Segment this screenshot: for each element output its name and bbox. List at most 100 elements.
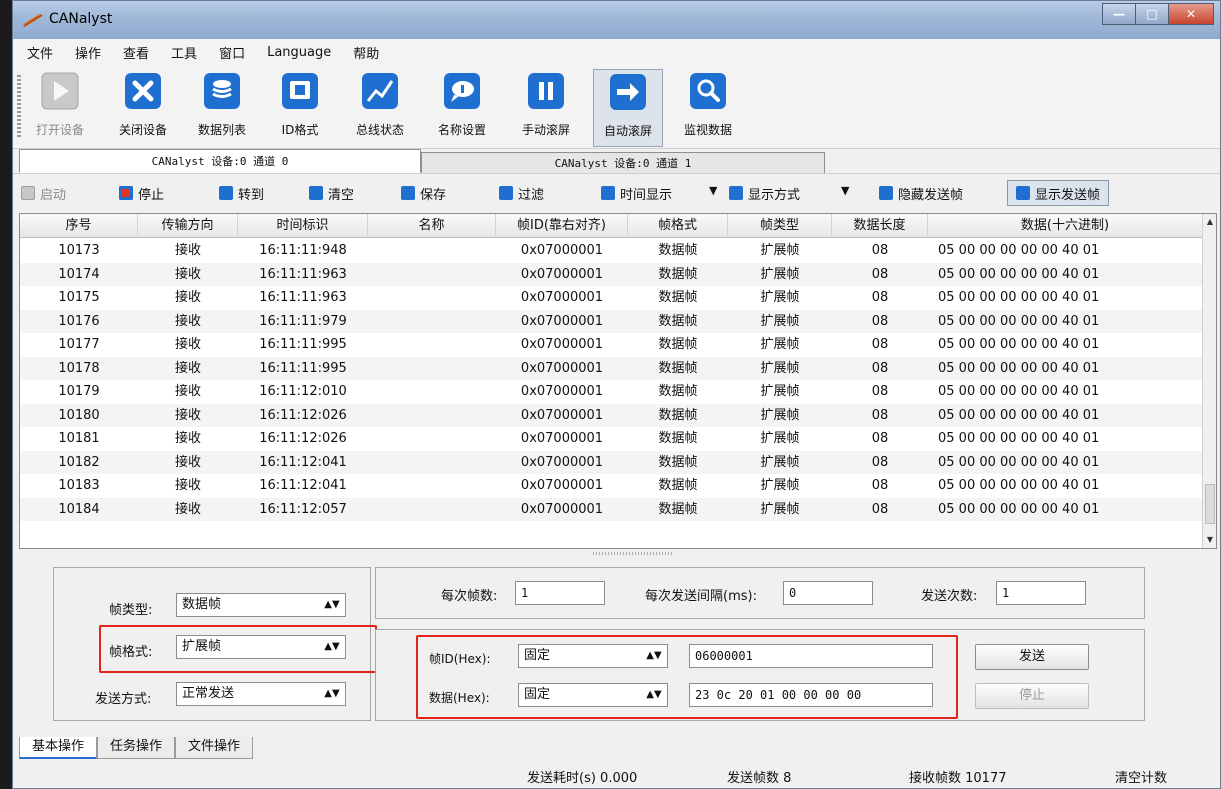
time-display-button[interactable]: 时间显示	[601, 182, 672, 204]
cell-name	[368, 498, 496, 521]
stop-button[interactable]: 停止	[119, 182, 164, 204]
cell-data-hex: 05 00 00 00 00 00 40 01	[938, 384, 1100, 399]
cell-data-hex: 05 00 00 00 00 00 40 01	[938, 360, 1100, 376]
open-device-button[interactable]: 打开设备	[25, 71, 95, 145]
left-edge	[0, 0, 12, 789]
id-format-icon	[280, 71, 320, 111]
show-send-frames-button[interactable]: 显示发送帧	[1007, 180, 1110, 206]
data-list-button[interactable]: 数据列表	[187, 71, 257, 145]
menu-language[interactable]: Language	[267, 45, 331, 60]
menu-window[interactable]: 窗口	[219, 43, 245, 62]
scroll-thumb[interactable]	[1205, 484, 1215, 524]
clear-button[interactable]: 清空	[309, 182, 354, 204]
status-bar: 发送耗时(s) 0.000 发送帧数 8 接收帧数 10177 清空计数	[13, 759, 1220, 789]
frames-per-send-input[interactable]: 1	[515, 581, 605, 605]
display-mode-icon	[729, 186, 743, 200]
menu-file[interactable]: 文件	[27, 43, 53, 62]
col-name[interactable]: 名称	[368, 214, 496, 238]
frame-type-select[interactable]: 数据帧 ▲▼	[176, 593, 346, 617]
cell-data-length: 08	[871, 290, 889, 305]
cell-frame-type: 扩展帧	[760, 431, 800, 446]
bus-status-button[interactable]: 总线状态	[345, 71, 415, 145]
hide-send-frames-button[interactable]: 隐藏发送帧	[879, 182, 963, 204]
app-window: CANalyst — □ ✕ 文件 操作 查看 工具 窗口 Language 帮…	[12, 0, 1221, 789]
cell-frame-id: 0x07000001	[520, 431, 604, 446]
send-mode-select[interactable]: 正常发送 ▲▼	[176, 682, 346, 706]
auto-scroll-button[interactable]: 自动滚屏	[593, 69, 663, 147]
maximize-button[interactable]: □	[1135, 3, 1169, 25]
stop-send-button[interactable]: 停止	[975, 683, 1089, 709]
menu-help[interactable]: 帮助	[353, 43, 379, 62]
cell-data-hex: 05 00 00 00 00 00 40 01	[938, 454, 1100, 470]
close-window-button[interactable]: ✕	[1168, 3, 1214, 25]
cell-timestamp: 16:11:11:963	[259, 266, 347, 282]
menu-tools[interactable]: 工具	[171, 43, 197, 62]
scroll-down-arrow-icon[interactable]: ▼	[1204, 533, 1216, 547]
col-direction[interactable]: 传输方向	[138, 214, 238, 238]
pause-icon	[526, 71, 566, 111]
cell-frame-id: 0x07000001	[520, 313, 604, 329]
table-row[interactable]: 10180 接收 16:11:12:026 0x07000001 数据帧 扩展帧 08 05 …	[20, 403, 1203, 427]
magnifier-icon	[688, 71, 728, 111]
tab-file-operation[interactable]: 文件操作	[175, 737, 254, 759]
col-frame-format[interactable]: 帧格式	[628, 214, 728, 238]
table-row[interactable]: 10184 接收 16:11:12:057 0x07000001 数据帧 扩展帧 08 05 …	[20, 497, 1203, 521]
toolbar: 打开设备 关闭设备 数据列表 ID格式 总线状态 名称设置 手动滚屏 自动滚屏 …	[13, 65, 1220, 149]
splitter-grip[interactable]	[593, 552, 673, 555]
col-data-length[interactable]: 数据长度	[832, 214, 928, 238]
table-vertical-scrollbar[interactable]: ▲ ▼	[1202, 214, 1216, 548]
name-settings-button[interactable]: 名称设置	[427, 71, 497, 145]
title-bar: CANalyst — □ ✕	[13, 1, 1220, 39]
id-format-button[interactable]: ID格式	[265, 71, 335, 145]
table-row[interactable]: 10178 接收 16:11:11:995 0x07000001 数据帧 扩展帧 08 05 …	[20, 356, 1203, 380]
cell-direction: 接收	[174, 290, 201, 305]
send-button[interactable]: 发送	[975, 644, 1089, 670]
tab-task-operation[interactable]: 任务操作	[97, 737, 176, 759]
minimize-button[interactable]: —	[1102, 3, 1136, 25]
start-button[interactable]: 启动	[21, 182, 66, 204]
col-data-hex[interactable]: 数据(十六进制)	[928, 214, 1203, 238]
tab-channel-0[interactable]: CANalyst 设备:0 通道 0	[19, 149, 421, 173]
monitor-data-button[interactable]: 监视数据	[673, 71, 743, 145]
display-mode-button[interactable]: 显示方式	[729, 182, 800, 204]
manual-scroll-button[interactable]: 手动滚屏	[511, 71, 581, 145]
time-display-dropdown-icon[interactable]: ▼	[709, 184, 717, 197]
display-mode-dropdown-icon[interactable]: ▼	[841, 184, 849, 197]
close-device-button[interactable]: 关闭设备	[108, 71, 178, 145]
table-row[interactable]: 10183 接收 16:11:12:041 0x07000001 数据帧 扩展帧 08 05 …	[20, 474, 1203, 498]
save-button[interactable]: 保存	[401, 182, 446, 204]
cell-frame-type: 扩展帧	[760, 501, 800, 517]
cell-data-hex: 05 00 00 00 00 00 40 01	[938, 478, 1100, 493]
tab-basic-operation[interactable]: 基本操作	[19, 737, 98, 759]
send-count-input[interactable]: 1	[996, 581, 1086, 605]
filter-button[interactable]: 过滤	[499, 182, 544, 204]
stop-icon	[119, 186, 133, 200]
col-timestamp[interactable]: 时间标识	[238, 214, 368, 238]
send-interval-input[interactable]: 0	[783, 581, 873, 605]
cell-data-hex: 05 00 00 00 00 00 40 01	[938, 243, 1100, 258]
cell-data-hex: 05 00 00 00 00 00 40 01	[938, 290, 1100, 305]
menu-view[interactable]: 查看	[123, 43, 149, 62]
menu-operation[interactable]: 操作	[75, 43, 101, 62]
table-row[interactable]: 10181 接收 16:11:12:026 0x07000001 数据帧 扩展帧 08 05 …	[20, 427, 1203, 451]
table-row[interactable]: 10175 接收 16:11:11:963 0x07000001 数据帧 扩展帧 08 05 …	[20, 286, 1203, 310]
table-row[interactable]: 10176 接收 16:11:11:979 0x07000001 数据帧 扩展帧 08 05 …	[20, 309, 1203, 333]
col-frame-id[interactable]: 帧ID(靠右对齐)	[496, 214, 628, 238]
table-row[interactable]: 10182 接收 16:11:12:041 0x07000001 数据帧 扩展帧 08 05 …	[20, 450, 1203, 474]
col-frame-type[interactable]: 帧类型	[728, 214, 832, 238]
cell-seq: 10184	[58, 501, 100, 517]
table-row[interactable]: 10173 接收 16:11:11:948 0x07000001 数据帧 扩展帧 08 05 …	[20, 239, 1203, 263]
name-settings-icon	[442, 71, 482, 111]
table-row[interactable]: 10177 接收 16:11:11:995 0x07000001 数据帧 扩展帧 08 05 …	[20, 333, 1203, 357]
hide-send-icon	[879, 186, 893, 200]
goto-button[interactable]: 转到	[219, 182, 264, 204]
cell-timestamp: 16:11:11:963	[259, 290, 347, 305]
bottom-tabs: 基本操作 任务操作 文件操作	[19, 737, 254, 759]
tab-channel-1[interactable]: CANalyst 设备:0 通道 1	[421, 152, 825, 173]
scroll-up-arrow-icon[interactable]: ▲	[1204, 215, 1216, 229]
cell-data-length: 08	[871, 431, 889, 446]
table-row[interactable]: 10179 接收 16:11:12:010 0x07000001 数据帧 扩展帧 08 05 …	[20, 380, 1203, 404]
table-row[interactable]: 10174 接收 16:11:11:963 0x07000001 数据帧 扩展帧 08 05 …	[20, 262, 1203, 286]
clear-count-button[interactable]: 清空计数	[1115, 767, 1167, 786]
col-seq[interactable]: 序号	[20, 214, 138, 238]
